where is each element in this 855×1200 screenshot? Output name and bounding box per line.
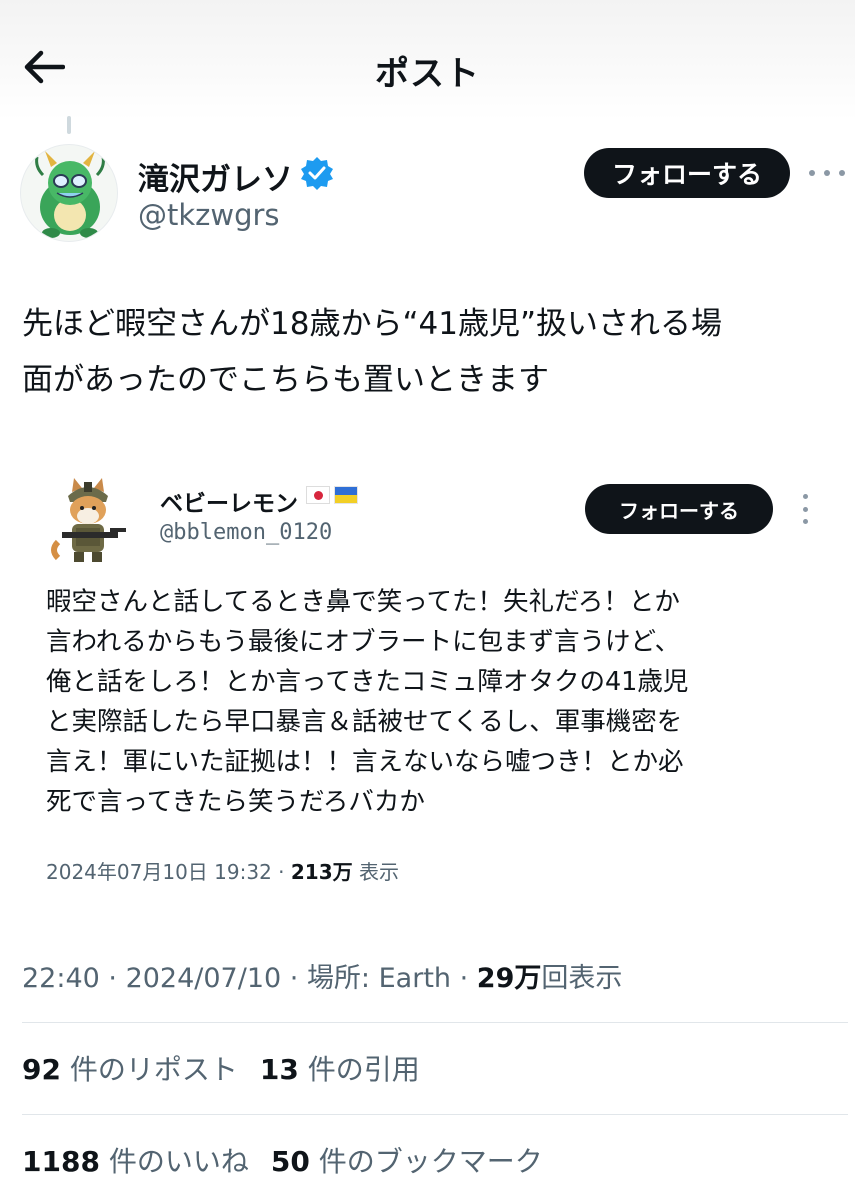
quotes-stat[interactable]: 13 件の引用 — [260, 1048, 420, 1088]
verified-badge-icon — [301, 157, 333, 190]
quoted-follow-button[interactable]: フォローする — [585, 484, 773, 534]
more-options-icon[interactable] — [809, 158, 845, 188]
stats-row-likes: 1188 件のいいね 50 件のブックマーク — [22, 1140, 565, 1180]
quoted-more-options-icon[interactable] — [800, 494, 810, 524]
post-views-count: 29万 — [476, 963, 542, 994]
ukraine-flag-icon — [334, 486, 358, 504]
quoted-views-count: 213万 — [290, 860, 353, 884]
reposts-stat[interactable]: 92 件のリポスト — [22, 1048, 238, 1088]
quoted-post-text: 暇空さんと話してるとき鼻で笑ってた！失礼だろ！とか 言われるからもう最後にオブラ… — [46, 587, 689, 817]
page-title: ポスト — [375, 54, 480, 94]
top-bar: ポスト — [0, 0, 855, 120]
quoted-author-handle[interactable]: @bblemon_0120 — [160, 520, 332, 545]
bookmarks-stat[interactable]: 50 件のブックマーク — [271, 1140, 543, 1180]
post-author: 滝沢ガレソ @tkzwgrs フォローする — [20, 140, 855, 250]
author-handle[interactable]: @tkzwgrs — [138, 198, 280, 232]
post-time[interactable]: 22:40 — [22, 963, 100, 994]
author-avatar[interactable] — [20, 144, 118, 242]
quoted-datetime: 2024年07月10日 19:32 — [46, 860, 272, 884]
japan-flag-icon — [306, 486, 330, 504]
post-text: 先ほど暇空さんが18歳から“41歳児”扱いされる場 面があったのでこちらも置いと… — [22, 306, 723, 398]
quoted-author-flags — [306, 486, 358, 504]
post-meta: 22:40 · 2024/07/10 · 場所: Earth · 29万回表示 — [22, 963, 623, 994]
quoted-post[interactable]: ベビーレモン @bblemon_0120 フォローする 暇空さんと話してるとき鼻… — [22, 462, 832, 900]
stats-row-reposts: 92 件のリポスト 13 件の引用 — [22, 1048, 442, 1088]
quoted-author-avatar[interactable] — [44, 472, 132, 564]
quoted-post-meta: 2024年07月10日 19:32 · 213万 表示 — [46, 860, 399, 884]
post-views-label: 回表示 — [541, 963, 623, 994]
divider — [22, 1022, 848, 1023]
divider — [22, 1114, 848, 1115]
author-name[interactable]: 滝沢ガレソ — [138, 154, 293, 199]
post-date[interactable]: 2024/07/10 — [126, 963, 282, 994]
thread-connector-line — [67, 116, 71, 134]
likes-stat[interactable]: 1188 件のいいね — [22, 1140, 249, 1180]
quoted-views-label: 表示 — [352, 860, 399, 884]
quoted-author-name[interactable]: ベビーレモン — [160, 484, 298, 518]
post-location: 場所: Earth — [306, 963, 452, 994]
follow-button[interactable]: フォローする — [583, 148, 790, 198]
